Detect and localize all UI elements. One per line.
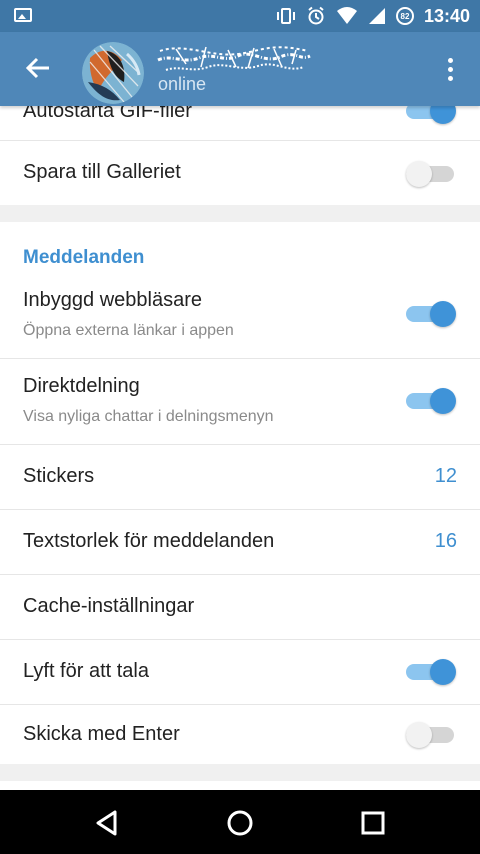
cache-settings-row[interactable]: Cache-inställningar (0, 575, 480, 639)
app-bar: online (0, 32, 480, 106)
autoplay-gif-toggle[interactable] (406, 106, 456, 124)
status-icons: 82 13:40 (276, 0, 470, 32)
text-size-row[interactable]: Textstorlek för meddelanden 16 (0, 510, 480, 574)
chat-title-graphic[interactable] (156, 44, 312, 76)
messages-section-header: Meddelanden (23, 247, 145, 268)
direct-share-toggle[interactable] (406, 388, 456, 414)
save-to-gallery-toggle[interactable] (406, 161, 456, 187)
clock: 13:40 (423, 5, 470, 26)
back-triangle-icon[interactable] (90, 806, 124, 840)
back-arrow-icon[interactable] (20, 50, 56, 86)
text-size-value: 16 (434, 530, 457, 552)
in-app-browser-description: Öppna externa länkar i appen (23, 322, 234, 339)
signal-icon (368, 8, 385, 24)
chat-status: online (158, 74, 207, 94)
direct-share-row[interactable]: Direktdelning Visa nyliga chattar i deln… (0, 359, 480, 444)
next-section (0, 781, 480, 790)
in-app-browser-label: Inbyggd webbläsare (23, 289, 203, 311)
avatar[interactable] (82, 42, 144, 104)
battery-icon: 82 (395, 7, 414, 25)
save-to-gallery-row[interactable]: Spara till Galleriet (0, 141, 480, 205)
raise-to-speak-toggle[interactable] (406, 659, 456, 685)
status-bar: 82 13:40 (0, 0, 480, 32)
wifi-icon (336, 7, 357, 24)
recents-square-icon[interactable] (356, 806, 390, 840)
navigation-bar (0, 790, 480, 854)
stickers-count: 12 (434, 465, 457, 487)
home-circle-icon[interactable] (223, 806, 257, 840)
raise-to-speak-row[interactable]: Lyft för att tala (0, 640, 480, 704)
vibrate-icon (276, 8, 295, 24)
direct-share-label: Direktdelning (23, 375, 140, 397)
overflow-menu-icon[interactable] (438, 52, 462, 86)
text-size-label: Textstorlek för meddelanden (23, 530, 275, 552)
alarm-icon (308, 6, 324, 25)
cache-settings-label: Cache-inställningar (23, 595, 195, 617)
send-by-enter-toggle[interactable] (406, 722, 456, 748)
raise-to-speak-label: Lyft för att tala (23, 660, 149, 682)
settings-list: Autostarta GIF-filer Spara till Gallerie… (0, 106, 480, 790)
image-icon (14, 8, 32, 22)
stickers-label: Stickers (23, 465, 95, 487)
save-to-gallery-label: Spara till Galleriet (23, 161, 181, 183)
send-by-enter-row[interactable]: Skicka med Enter (0, 705, 480, 764)
send-by-enter-label: Skicka med Enter (23, 723, 180, 745)
direct-share-description: Visa nyliga chattar i delningsmenyn (23, 408, 274, 425)
battery-level: 82 (400, 11, 410, 21)
autoplay-gif-row[interactable]: Autostarta GIF-filer (0, 106, 480, 140)
autoplay-gif-label: Autostarta GIF-filer (23, 106, 192, 122)
in-app-browser-row[interactable]: Inbyggd webbläsare Öppna externa länkar … (0, 272, 480, 358)
stickers-row[interactable]: Stickers 12 (0, 445, 480, 509)
in-app-browser-toggle[interactable] (406, 301, 456, 327)
